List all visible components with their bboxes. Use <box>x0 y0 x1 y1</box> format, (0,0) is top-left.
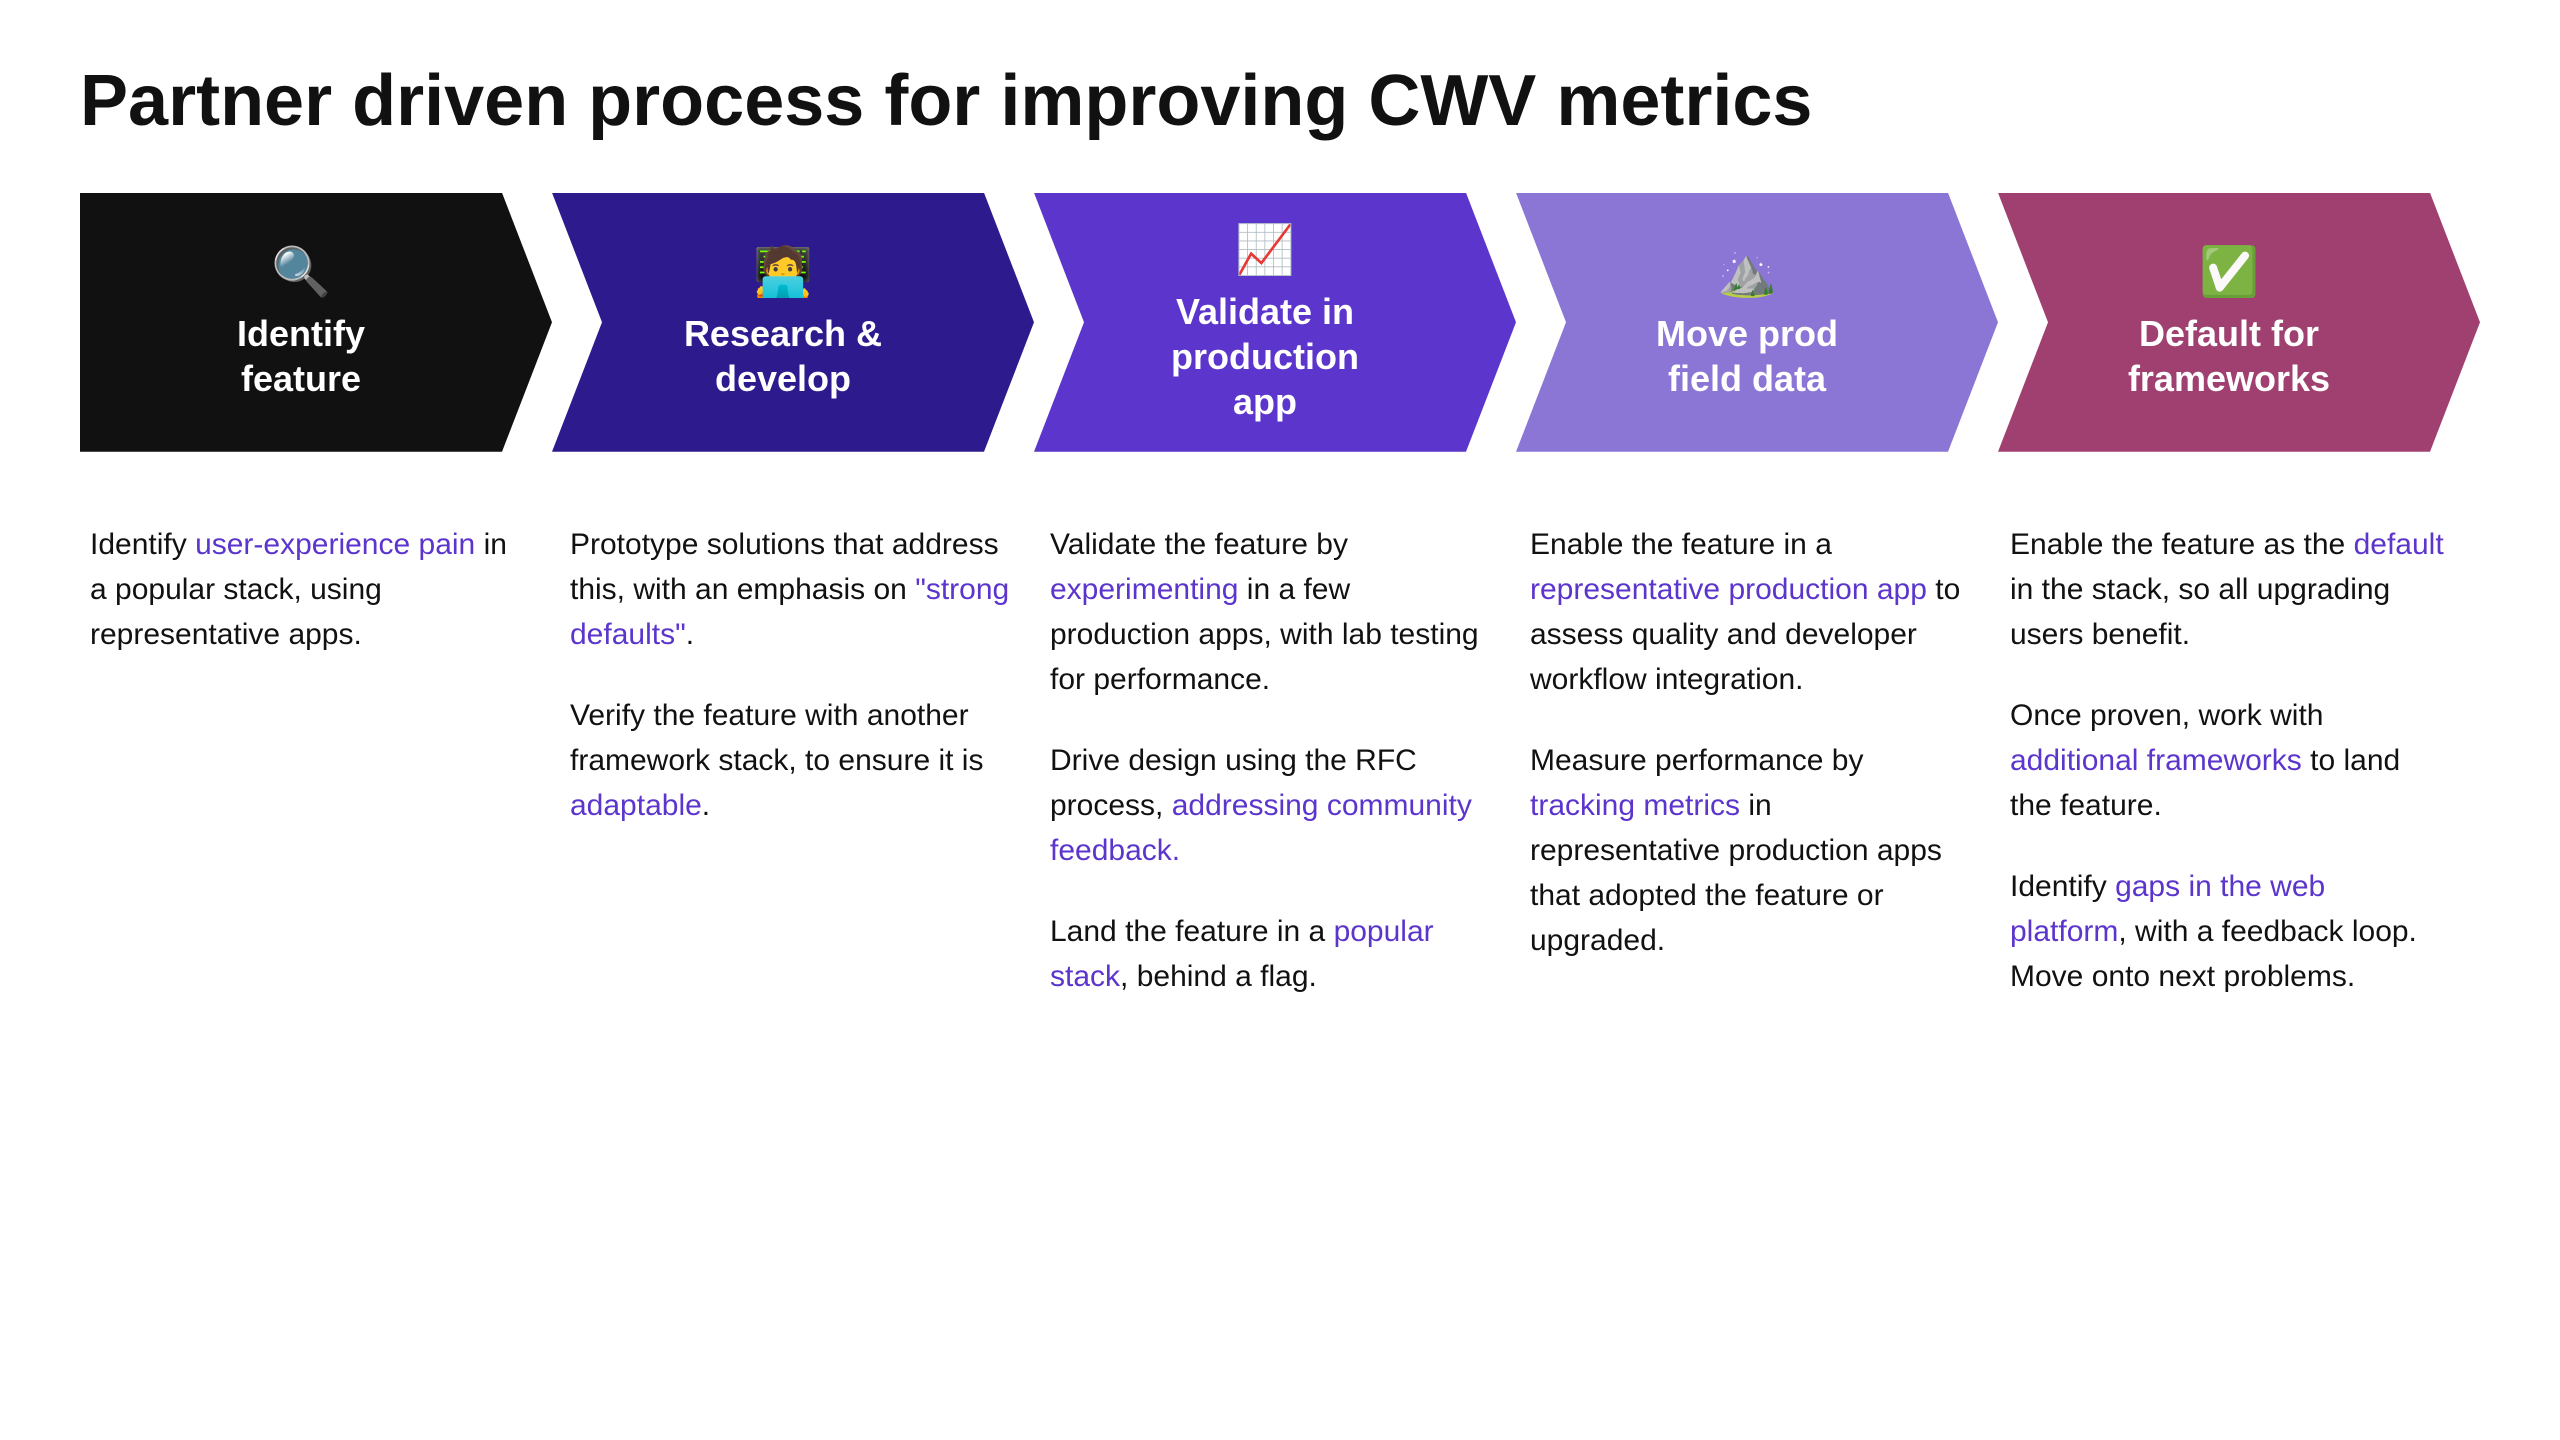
move-icon: ⛰️ <box>1717 243 1777 303</box>
validate-p3: Land the feature in a popular stack, beh… <box>1050 909 1490 999</box>
validate-content-col: Validate the feature by experimenting in… <box>1040 512 1520 1009</box>
validate-icon: 📈 <box>1235 221 1295 281</box>
research-icon: 🧑‍💻 <box>753 243 813 303</box>
arrow-identify: 🔍 Identifyfeature <box>80 193 552 452</box>
research-content-col: Prototype solutions that address this, w… <box>560 512 1040 838</box>
addressing-community-link[interactable]: addressing community feedback. <box>1050 789 1472 867</box>
popular-stack-link[interactable]: popular stack <box>1050 915 1434 993</box>
representative-production-app-link[interactable]: representative production app <box>1530 573 1927 606</box>
validate-p2: Drive design using the RFC process, addr… <box>1050 738 1490 873</box>
identify-label: Identifyfeature <box>237 311 365 401</box>
default-p2: Once proven, work with additional framew… <box>2010 693 2450 828</box>
tracking-metrics-link[interactable]: tracking metrics <box>1530 789 1740 822</box>
default-link[interactable]: default <box>2354 528 2444 561</box>
content-row: Identify user-experience pain in a popul… <box>80 512 2480 1009</box>
strong-defaults-link[interactable]: "strong defaults" <box>570 573 1009 651</box>
gaps-web-platform-link[interactable]: gaps in the web platform <box>2010 870 2325 948</box>
arrow-move: ⛰️ Move prodfield data <box>1516 193 1998 452</box>
research-p2: Verify the feature with another framewor… <box>570 693 1010 828</box>
user-experience-pain-link[interactable]: user-experience pain <box>195 528 475 561</box>
arrow-research: 🧑‍💻 Research &develop <box>552 193 1034 452</box>
validate-p1: Validate the feature by experimenting in… <box>1050 522 1490 702</box>
arrows-row: 🔍 Identifyfeature 🧑‍💻 Research &develop … <box>80 193 2480 452</box>
additional-frameworks-link[interactable]: additional frameworks <box>2010 744 2302 777</box>
move-content-col: Enable the feature in a representative p… <box>1520 512 2000 973</box>
default-p1: Enable the feature as the default in the… <box>2010 522 2450 657</box>
experimenting-link[interactable]: experimenting <box>1050 573 1238 606</box>
adaptable-link[interactable]: adaptable <box>570 789 702 822</box>
default-content-col: Enable the feature as the default in the… <box>2000 512 2480 1009</box>
arrow-default: ✅ Default forframeworks <box>1998 193 2480 452</box>
move-p1: Enable the feature in a representative p… <box>1530 522 1970 702</box>
identify-content-col: Identify user-experience pain in a popul… <box>80 512 560 667</box>
page-title: Partner driven process for improving CWV… <box>80 60 2480 143</box>
research-label: Research &develop <box>684 311 882 401</box>
move-p2: Measure performance by tracking metrics … <box>1530 738 1970 963</box>
default-icon: ✅ <box>2199 243 2259 303</box>
default-label: Default forframeworks <box>2128 311 2330 401</box>
research-p1: Prototype solutions that address this, w… <box>570 522 1010 657</box>
move-label: Move prodfield data <box>1656 311 1838 401</box>
arrow-validate: 📈 Validate inproductionapp <box>1034 193 1516 452</box>
identify-icon: 🔍 <box>271 243 331 303</box>
default-p3: Identify gaps in the web platform, with … <box>2010 864 2450 999</box>
validate-label: Validate inproductionapp <box>1171 289 1359 424</box>
identify-p1: Identify user-experience pain in a popul… <box>90 522 530 657</box>
